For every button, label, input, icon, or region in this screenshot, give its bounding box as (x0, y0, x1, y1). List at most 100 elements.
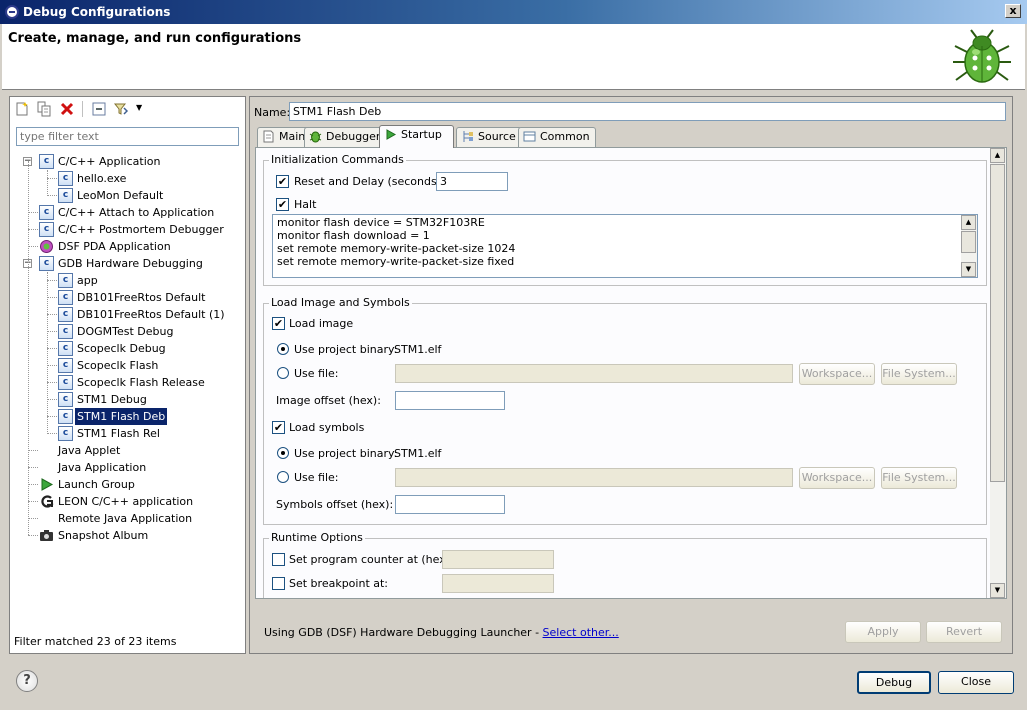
tree-connector-line (47, 195, 57, 196)
command-line: set remote memory-write-packet-size fixe… (277, 255, 515, 268)
halt-checkbox[interactable]: ✔ (276, 198, 289, 211)
tree-item-label: hello.exe (77, 172, 127, 185)
image-file-system-button[interactable]: File System... (881, 363, 957, 385)
image-workspace-button[interactable]: Workspace... (799, 363, 875, 385)
c-config-icon: c (58, 324, 73, 339)
title-bar: Debug Configurations x (0, 0, 1027, 24)
leon-icon (39, 494, 54, 509)
symbols-file-system-button[interactable]: File System... (881, 467, 957, 489)
apply-button[interactable]: Apply (845, 621, 921, 643)
tree-connector-line (47, 382, 57, 383)
set-breakpoint-checkbox[interactable] (272, 577, 285, 590)
c-config-icon: c (58, 188, 73, 203)
tree-connector-line (28, 484, 38, 485)
tree-connector-line (47, 272, 48, 434)
select-other-link[interactable]: Select other... (543, 626, 619, 639)
scroll-thumb[interactable] (961, 231, 976, 253)
name-label: Name: (254, 106, 291, 119)
window-close-button[interactable]: x (1005, 4, 1021, 18)
launcher-info: Using GDB (DSF) Hardware Debugging Launc… (264, 626, 619, 639)
set-program-counter-checkbox[interactable] (272, 553, 285, 566)
tree-item-label: Launch Group (58, 478, 135, 491)
c-config-icon: c (58, 273, 73, 288)
image-use-file-radio[interactable] (277, 367, 289, 379)
configuration-editor-panel: Name: Main Debugger Startup Source Commo… (249, 96, 1013, 654)
close-button[interactable]: Close (938, 671, 1014, 694)
symbols-use-project-binary-radio[interactable] (277, 447, 289, 459)
set-program-counter-label: Set program counter at (hex): (289, 553, 454, 566)
startup-scrollbar[interactable]: ▲ ▼ (990, 148, 1006, 598)
use-file-label: Use file: (294, 471, 339, 484)
tree-item-label: DOGMTest Debug (77, 325, 174, 338)
scroll-thumb[interactable] (990, 164, 1005, 482)
tab-source[interactable]: Source (456, 127, 522, 147)
tree-item-label: C/C++ Attach to Application (58, 206, 215, 219)
image-file-input[interactable] (395, 364, 793, 383)
load-image-checkbox[interactable]: ✔ (272, 317, 285, 330)
tree-toolbar: ▼ (10, 97, 245, 121)
scroll-up-icon[interactable]: ▲ (961, 215, 976, 230)
scroll-down-icon[interactable]: ▼ (961, 262, 976, 277)
tree-item-label: LEON C/C++ application (58, 495, 194, 508)
halt-label: Halt (294, 198, 317, 211)
load-symbols-checkbox[interactable]: ✔ (272, 421, 285, 434)
initialization-commands-textarea[interactable]: monitor flash device = STM32F103RE monit… (272, 214, 978, 278)
tree-connector-line (28, 212, 38, 213)
load-image-symbols-group: Load Image and Symbols ✔ Load image Use … (263, 296, 987, 525)
initialization-commands-title: Initialization Commands (269, 153, 406, 166)
tree-item-label: STM1 Flash Deb (75, 408, 168, 425)
collapse-all-icon[interactable] (91, 101, 107, 117)
symbols-offset-label: Symbols offset (hex): (276, 498, 394, 511)
tree-item-label: LeoMon Default (77, 189, 164, 202)
runtime-options-title: Runtime Options (269, 531, 365, 544)
tab-startup[interactable]: Startup (379, 125, 454, 148)
scroll-down-icon[interactable]: ▼ (990, 583, 1005, 598)
image-use-project-binary-radio[interactable] (277, 343, 289, 355)
symbols-offset-input[interactable] (395, 495, 505, 514)
filter-icon[interactable] (113, 101, 129, 117)
commands-scrollbar[interactable]: ▲ ▼ (961, 215, 977, 277)
breakpoint-input[interactable] (442, 574, 554, 593)
launch-group-icon (39, 477, 54, 492)
java-app-icon (39, 460, 54, 475)
tree-item-label: Java Application (58, 461, 147, 474)
load-symbols-label: Load symbols (289, 421, 365, 434)
reset-and-delay-checkbox[interactable]: ✔ (276, 175, 289, 188)
tree-item-label: Scopeclk Flash (77, 359, 159, 372)
tree-item-label: DB101FreeRtos Default (77, 291, 206, 304)
c-config-icon: c (39, 222, 54, 237)
image-offset-input[interactable] (395, 391, 505, 410)
tab-label: Main (279, 130, 306, 143)
symbols-file-input[interactable] (395, 468, 793, 487)
startup-scroll-area: Initialization Commands ✔ Reset and Dela… (257, 148, 993, 598)
tab-debugger[interactable]: Debugger (304, 127, 387, 147)
symbols-use-file-radio[interactable] (277, 471, 289, 483)
debug-button[interactable]: Debug (857, 671, 931, 694)
startup-tab-content: Initialization Commands ✔ Reset and Dela… (255, 147, 1007, 599)
tree-connector-line (47, 416, 57, 417)
scroll-up-icon[interactable]: ▲ (990, 148, 1005, 163)
tree-connector-line (47, 297, 57, 298)
filter-input[interactable] (16, 127, 239, 146)
duplicate-configuration-icon[interactable] (36, 101, 52, 117)
delay-seconds-input[interactable] (436, 172, 508, 191)
configuration-name-input[interactable] (289, 102, 1006, 121)
use-file-label: Use file: (294, 367, 339, 380)
new-configuration-icon[interactable] (14, 101, 30, 117)
tab-common[interactable]: Common (518, 127, 596, 147)
tree-connector-line (47, 399, 57, 400)
c-config-icon: c (58, 307, 73, 322)
c-config-icon: c (39, 256, 54, 271)
help-icon[interactable]: ? (16, 670, 38, 692)
symbols-workspace-button[interactable]: Workspace... (799, 467, 875, 489)
program-counter-input[interactable] (442, 550, 554, 569)
revert-button[interactable]: Revert (926, 621, 1002, 643)
c-config-icon: c (58, 409, 73, 424)
source-tab-icon (463, 131, 473, 142)
reset-and-delay-label: Reset and Delay (seconds): (294, 175, 445, 188)
image-offset-label: Image offset (hex): (276, 394, 381, 407)
remote-java-icon (39, 511, 54, 526)
delete-configuration-icon[interactable] (59, 101, 75, 117)
image-project-binary-value: STM1.elf (394, 343, 442, 356)
filter-dropdown-icon[interactable]: ▼ (136, 103, 142, 112)
